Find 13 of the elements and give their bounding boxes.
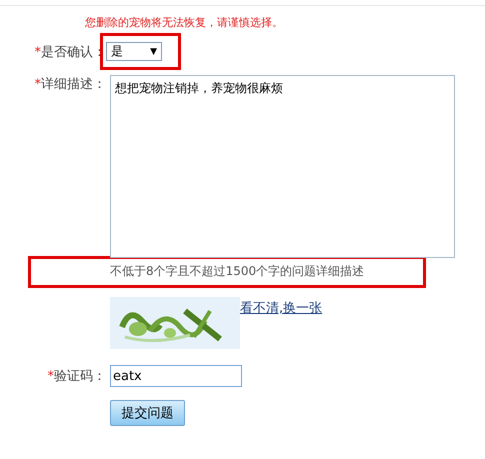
field-label: 验证码：	[54, 369, 106, 384]
field-label: 是否确认：	[41, 44, 106, 60]
field-label: 详细描述：	[41, 77, 106, 92]
required-mark: *	[48, 369, 54, 384]
captcha-input[interactable]: eatx	[110, 365, 242, 387]
refresh-captcha-link[interactable]: 看不清,换一张	[240, 299, 322, 317]
hint-text: 不低于8个字且不超过1500个字的问题详细描述	[110, 264, 364, 278]
warning-text: 您删除的宠物将无法恢复，请谨慎选择。	[85, 16, 284, 30]
required-mark: *	[34, 44, 41, 60]
description-field[interactable]: 想把宠物注销掉，养宠物很麻烦	[110, 75, 455, 258]
submit-button[interactable]: 提交问题	[110, 400, 185, 426]
required-mark: *	[34, 77, 41, 92]
confirm-select[interactable]: 是 ▼	[106, 42, 162, 61]
